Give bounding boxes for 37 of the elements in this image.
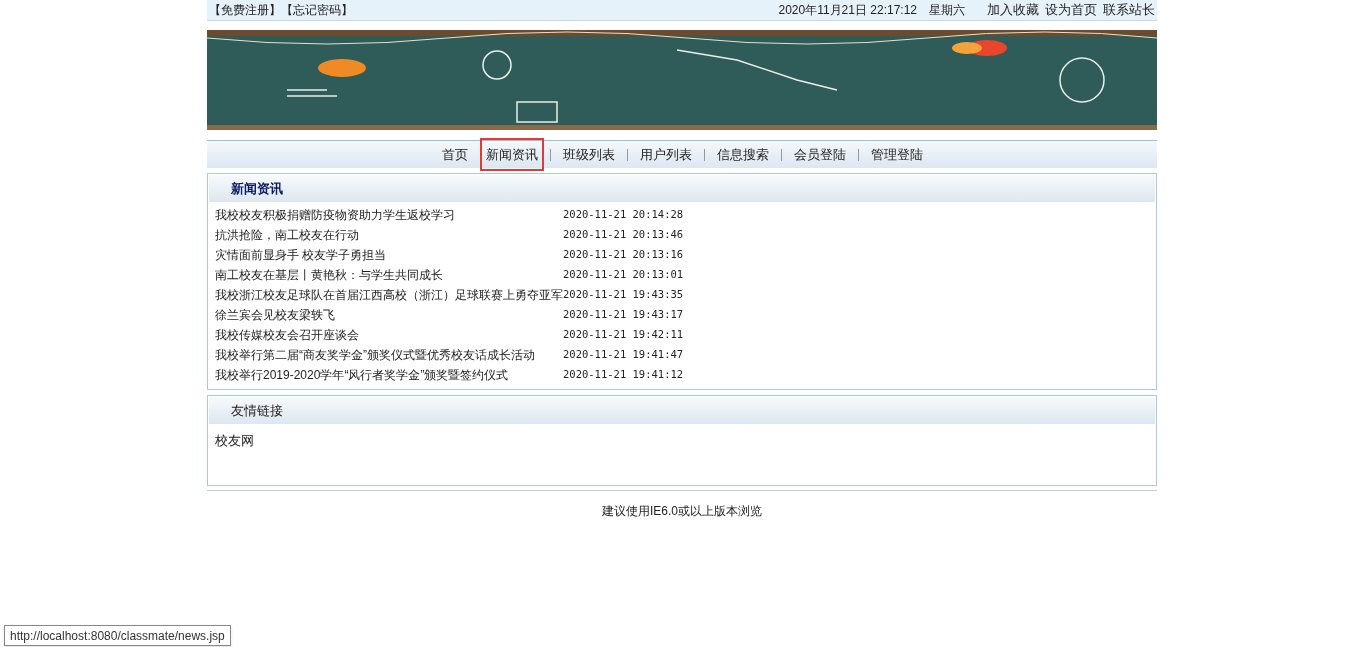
news-time: 2020-11-21 19:41:47	[563, 347, 684, 363]
news-title-link[interactable]: 灾情面前显身手 校友学子勇担当	[215, 246, 563, 264]
nav-link[interactable]: 首页	[435, 137, 474, 172]
top-link[interactable]: 联系站长	[1103, 0, 1155, 20]
top-link[interactable]: 加入收藏	[987, 0, 1039, 20]
news-time: 2020-11-21 20:13:16	[563, 247, 684, 263]
news-title-link[interactable]: 我校校友积极捐赠防疫物资助力学生返校学习	[215, 206, 563, 224]
news-time: 2020-11-21 19:41:12	[563, 367, 684, 383]
footer-text: 建议使用IE6.0或以上版本浏览	[602, 503, 762, 520]
top-link[interactable]: 【忘记密码】	[281, 1, 353, 19]
nav-link[interactable]: 用户列表	[633, 137, 698, 172]
news-time: 2020-11-21 20:13:01	[563, 267, 684, 283]
nav-link[interactable]: 班级列表	[556, 137, 621, 172]
news-title-link[interactable]: 我校传媒校友会召开座谈会	[215, 326, 563, 344]
top-link[interactable]: 【免费注册】	[209, 1, 281, 19]
panel-title: 友情链接	[231, 401, 283, 420]
panel-title: 新闻资讯	[231, 179, 283, 198]
news-time: 2020-11-21 19:43:17	[563, 307, 684, 323]
news-title-link[interactable]: 我校浙江校友足球队在首届江西高校（浙江）足球联赛上勇夺亚军	[215, 286, 563, 304]
news-time: 2020-11-21 19:42:11	[563, 327, 684, 343]
date-time: 2020年11月21日 22:17:12	[778, 2, 917, 19]
news-time: 2020-11-21 20:13:46	[563, 227, 684, 243]
nav-link[interactable]: 会员登陆	[787, 137, 852, 172]
nav-link[interactable]: 管理登陆	[864, 137, 929, 172]
nav-link[interactable]: 信息搜索	[710, 137, 775, 172]
weekday: 星期六	[929, 2, 965, 19]
friend-link[interactable]: 校友网	[215, 431, 254, 451]
news-title-link[interactable]: 徐兰宾会见校友梁轶飞	[215, 306, 563, 324]
news-title-link[interactable]: 南工校友在基层丨黄艳秋：与学生共同成长	[215, 266, 563, 284]
news-title-link[interactable]: 抗洪抢险，南工校友在行动	[215, 226, 563, 244]
top-link[interactable]: 设为首页	[1045, 0, 1097, 20]
status-url-tooltip: http://localhost:8080/classmate/news.jsp	[4, 625, 231, 646]
news-time: 2020-11-21 20:14:28	[563, 207, 684, 223]
news-title-link[interactable]: 我校举行2019-2020学年“风行者奖学金”颁奖暨签约仪式	[215, 366, 563, 384]
news-time: 2020-11-21 19:43:35	[563, 287, 684, 303]
news-title-link[interactable]: 我校举行第二届“商友奖学金”颁奖仪式暨优秀校友话成长活动	[215, 346, 563, 364]
nav-link[interactable]: 新闻资讯	[479, 137, 544, 172]
